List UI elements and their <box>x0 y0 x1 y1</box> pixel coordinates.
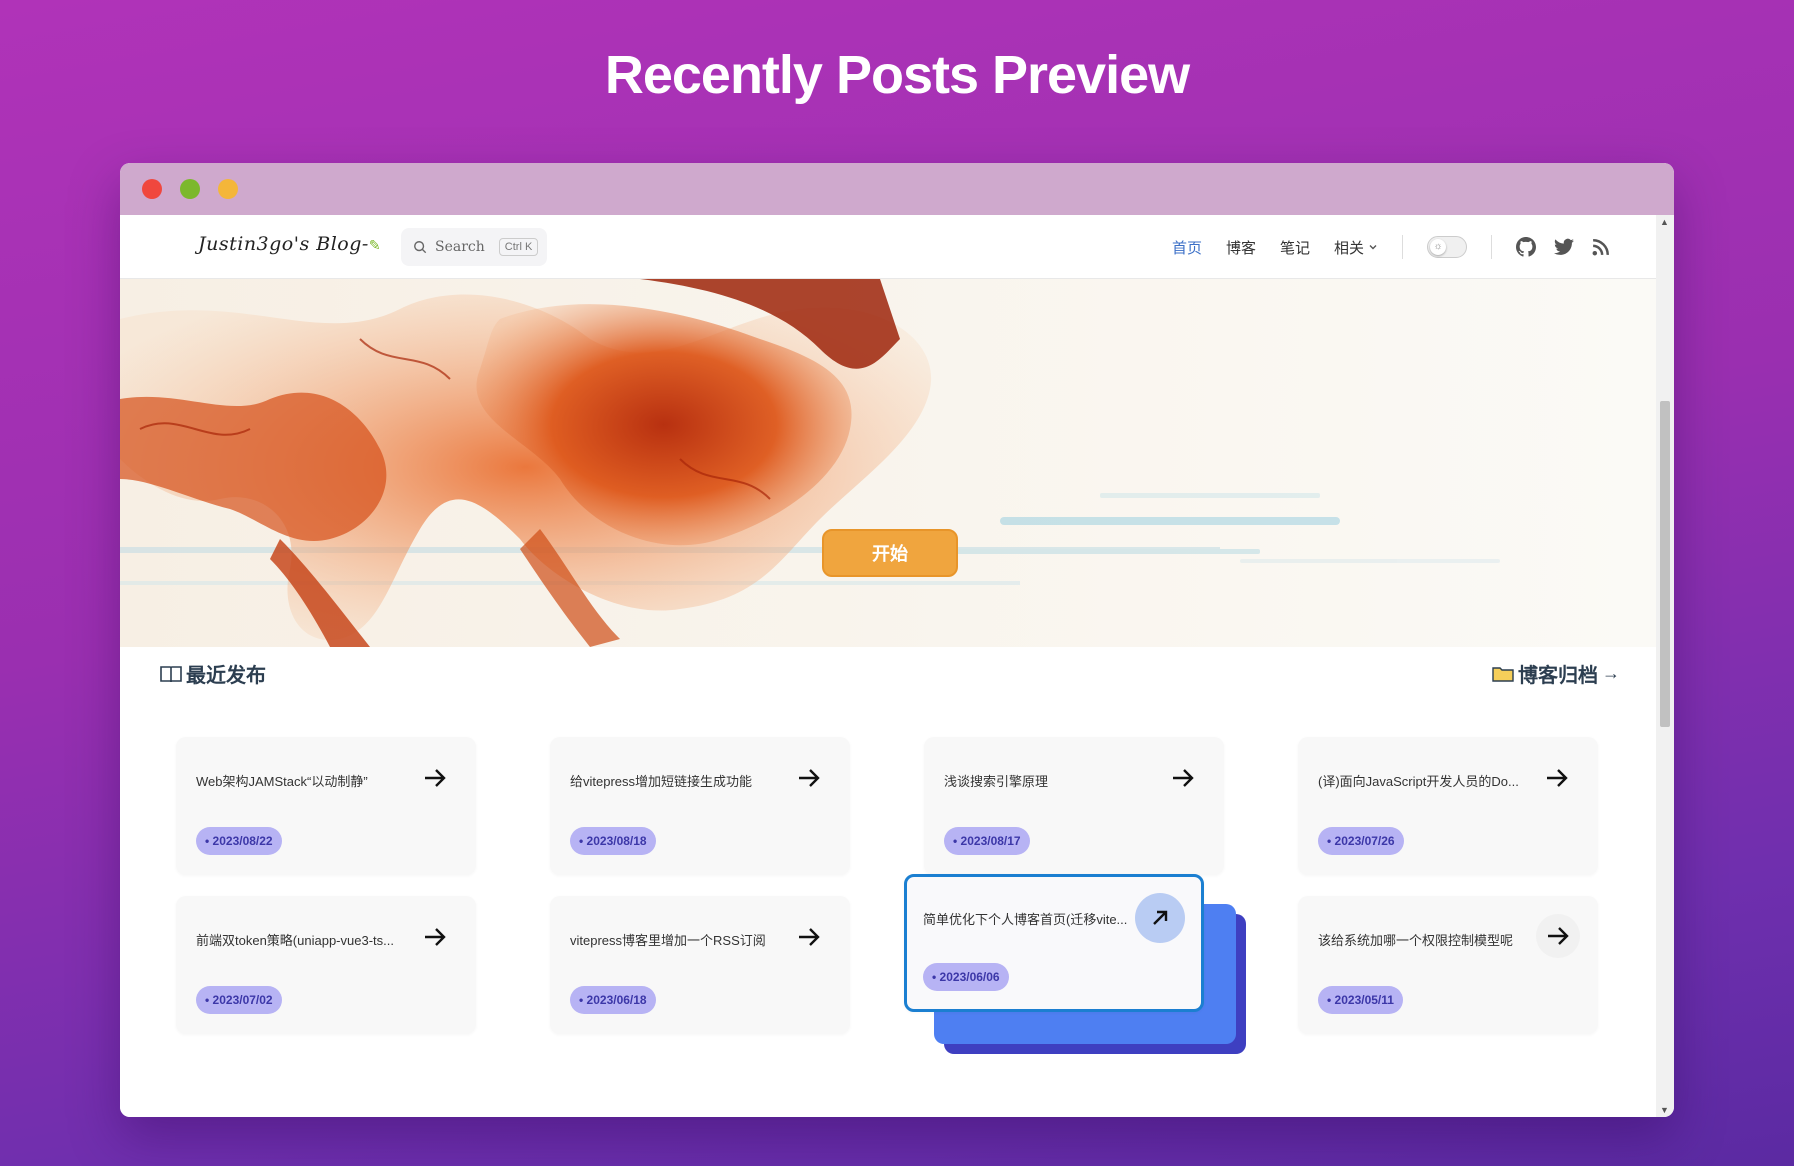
social-links <box>1516 237 1610 257</box>
start-button[interactable]: 开始 <box>822 529 958 577</box>
theme-toggle[interactable]: ☼ <box>1427 236 1468 258</box>
close-window-button[interactable] <box>142 179 162 199</box>
scrollbar-thumb[interactable] <box>1660 401 1670 727</box>
search-button[interactable]: Search Ctrl K <box>401 228 547 266</box>
nav-divider <box>1402 235 1404 259</box>
recent-posts-heading: 最近发布 <box>160 659 266 688</box>
arrow-right-icon[interactable] <box>1544 765 1572 793</box>
nav-divider <box>1491 235 1493 259</box>
post-card[interactable]: 给vitepress增加短链接生成功能 • 2023/08/18 <box>550 737 850 875</box>
window-titlebar <box>120 163 1674 215</box>
post-card[interactable]: Web架构JAMStack“以动制静” • 2023/08/22 <box>176 737 476 875</box>
twitter-icon[interactable] <box>1554 238 1575 256</box>
github-icon[interactable] <box>1516 237 1537 257</box>
scroll-up-icon[interactable]: ▲ <box>1660 217 1669 227</box>
nav-link-related-label: 相关 <box>1334 239 1365 257</box>
nav-dropdown-related[interactable]: 相关 <box>1334 237 1378 258</box>
folder-icon <box>1492 666 1514 682</box>
post-date: 2023/07/02 <box>212 993 273 1007</box>
page-headline: Recently Posts Preview <box>604 45 1190 105</box>
post-date-badge: • 2023/06/06 <box>923 963 1009 991</box>
book-icon <box>160 665 182 682</box>
post-date-badge: • 2023/05/11 <box>1318 986 1403 1014</box>
nav-link-blog[interactable]: 博客 <box>1226 237 1256 258</box>
archive-link-label: 博客归档 <box>1518 665 1598 687</box>
post-card[interactable]: 浅谈搜索引擎原理 • 2023/08/17 <box>924 737 1224 875</box>
post-date: 2023/08/17 <box>960 834 1021 848</box>
site-logo-text: Justin3go's Blog- <box>198 233 369 255</box>
post-title: 浅谈搜索引擎原理 <box>944 774 1049 789</box>
arrow-right-icon[interactable] <box>1170 765 1198 793</box>
post-date: 2023/08/22 <box>212 834 273 848</box>
rss-icon[interactable] <box>1592 238 1610 256</box>
post-card[interactable]: 该给系统加哪一个权限控制模型呢 • 2023/05/11 <box>1298 896 1598 1034</box>
post-date: 2023/06/18 <box>586 993 647 1007</box>
post-title: 简单优化下个人博客首页(迁移vite... <box>923 912 1128 927</box>
post-card[interactable]: vitepress博客里增加一个RSS订阅 • 2023/06/18 <box>550 896 850 1034</box>
post-card-hovered[interactable]: 简单优化下个人博客首页(迁移vite... • 2023/06/06 <box>904 874 1204 1012</box>
nav-link-notes[interactable]: 笔记 <box>1280 237 1310 258</box>
page-content: Justin3go's Blog-✎ Search Ctrl K 首页 博客 笔… <box>120 215 1656 1117</box>
search-shortcut: Ctrl K <box>498 238 539 256</box>
search-placeholder: Search <box>435 239 485 255</box>
recent-posts-title: 最近发布 <box>186 665 266 687</box>
hero-ink-image <box>120 279 1656 647</box>
post-title: 前端双token策略(uniapp-vue3-ts... <box>196 933 394 948</box>
post-title: 该给系统加哪一个权限控制模型呢 <box>1318 933 1514 948</box>
hero-banner: 开始 <box>120 279 1656 647</box>
post-date: 2023/05/11 <box>1334 993 1394 1007</box>
chevron-down-icon <box>1369 245 1377 250</box>
post-title: (译)面向JavaScript开发人员的Do... <box>1318 774 1519 789</box>
post-date-badge: • 2023/06/18 <box>570 986 656 1014</box>
post-title: vitepress博客里增加一个RSS订阅 <box>570 933 766 948</box>
post-date-badge: • 2023/08/18 <box>570 827 656 855</box>
archive-link[interactable]: 博客归档 → <box>1492 659 1620 688</box>
vertical-scrollbar[interactable]: ▲ ▼ <box>1656 215 1674 1117</box>
scroll-down-icon[interactable]: ▼ <box>1660 1105 1669 1115</box>
post-date-badge: • 2023/08/22 <box>196 827 282 855</box>
nav-link-home[interactable]: 首页 <box>1172 237 1202 258</box>
browser-window: Justin3go's Blog-✎ Search Ctrl K 首页 博客 笔… <box>120 163 1674 1117</box>
post-card[interactable]: (译)面向JavaScript开发人员的Do... • 2023/07/26 <box>1298 737 1598 875</box>
maximize-window-button[interactable] <box>180 179 200 199</box>
arrow-right-icon[interactable] <box>1536 914 1580 958</box>
post-date-badge: • 2023/07/26 <box>1318 827 1404 855</box>
post-card[interactable]: 前端双token策略(uniapp-vue3-ts... • 2023/07/0… <box>176 896 476 1034</box>
post-date: 2023/08/18 <box>586 834 647 848</box>
arrow-right-icon[interactable] <box>796 924 824 952</box>
arrow-right-icon[interactable] <box>422 924 450 952</box>
sun-icon: ☼ <box>1430 239 1447 255</box>
arrow-right-icon[interactable] <box>422 765 450 793</box>
arrow-right-icon[interactable] <box>796 765 824 793</box>
post-date: 2023/07/26 <box>1334 834 1395 848</box>
post-date-badge: • 2023/08/17 <box>944 827 1030 855</box>
minimize-window-button[interactable] <box>218 179 238 199</box>
site-navbar: Justin3go's Blog-✎ Search Ctrl K 首页 博客 笔… <box>120 215 1656 279</box>
arrow-up-right-icon[interactable] <box>1135 893 1185 943</box>
arrow-right-icon: → <box>1602 663 1620 683</box>
site-logo[interactable]: Justin3go's Blog-✎ <box>198 233 381 255</box>
search-icon <box>414 241 427 254</box>
pen-icon: ✎ <box>368 238 382 254</box>
post-title: 给vitepress增加短链接生成功能 <box>570 774 753 789</box>
post-date-badge: • 2023/07/02 <box>196 986 282 1014</box>
nav-links: 首页 博客 笔记 相关 ☼ <box>1172 215 1610 279</box>
post-title: Web架构JAMStack“以动制静” <box>196 774 368 789</box>
post-date: 2023/06/06 <box>939 970 1000 984</box>
